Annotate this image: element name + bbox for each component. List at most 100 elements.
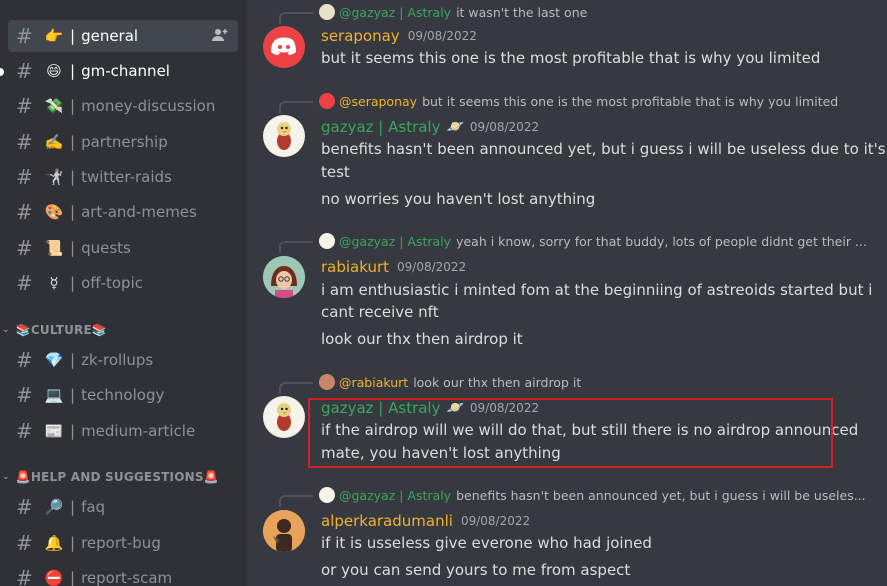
channel-name: medium-article xyxy=(81,422,196,440)
avatar[interactable] xyxy=(263,256,305,298)
channel-art-and-memes[interactable]: # 🎨 | art-and-memes xyxy=(8,196,238,228)
channel-gm-channel[interactable]: # 😄 | gm-channel xyxy=(8,55,238,87)
channel-general[interactable]: # 👉 | general xyxy=(8,20,238,52)
planet-badge-icon: 🪐 xyxy=(446,119,464,135)
hash-icon: # xyxy=(16,94,33,118)
channel-emoji: 🎨 xyxy=(44,203,64,221)
avatar-mini xyxy=(319,233,335,249)
avatar-mini xyxy=(319,374,335,390)
username[interactable]: gazyaz | Astraly xyxy=(321,118,440,136)
message-header: alperkaradumanli 09/08/2022 xyxy=(321,510,530,532)
channel-emoji: 🔔 xyxy=(44,534,64,552)
reply-username[interactable]: @seraponay xyxy=(339,94,417,109)
message-text: no worries you haven't lost anything xyxy=(321,190,596,208)
bird-avatar-icon xyxy=(277,122,291,150)
add-member-icon[interactable] xyxy=(212,28,228,45)
hash-icon: # xyxy=(16,236,33,260)
channel-name: technology xyxy=(81,386,165,404)
hash-icon: # xyxy=(16,200,33,224)
avatar[interactable] xyxy=(263,115,305,157)
reply-text: it wasn't the last one xyxy=(456,4,588,20)
avatar[interactable] xyxy=(263,396,305,438)
reply-preview[interactable]: @gazyaz | Astraly benefits hasn't been a… xyxy=(279,486,866,507)
channel-partnership[interactable]: # ✍️ | partnership xyxy=(8,126,238,158)
message-header: gazyaz | Astraly 🪐 09/08/2022 xyxy=(321,116,539,138)
channel-quests[interactable]: # 📜 | quests xyxy=(8,232,238,264)
channel-name: money-discussion xyxy=(81,97,216,115)
channel-emoji: 💻 xyxy=(44,386,64,404)
channel-name: report-bug xyxy=(81,534,161,552)
channel-medium-article[interactable]: # 📰 | medium-article xyxy=(8,415,238,447)
message-text: cant receive nft xyxy=(321,303,439,321)
message-header: seraponay 09/08/2022 xyxy=(321,25,477,47)
channel-technology[interactable]: # 💻 | technology xyxy=(8,379,238,411)
reply-preview[interactable]: @seraponay but it seems this one is the … xyxy=(279,92,838,113)
avatar[interactable] xyxy=(263,26,305,68)
channel-faq[interactable]: # 🔎 | faq xyxy=(8,491,238,523)
avatar-mini xyxy=(319,4,335,20)
reply-preview[interactable]: @gazyaz | Astraly it wasn't the last one xyxy=(279,3,588,24)
reply-username[interactable]: @gazyaz | Astraly xyxy=(339,234,451,249)
hash-icon: # xyxy=(16,348,33,372)
reply-username[interactable]: @rabiakurt xyxy=(339,375,408,390)
channel-off-topic[interactable]: # ☿ | off-topic xyxy=(8,267,238,299)
username[interactable]: seraponay xyxy=(321,27,400,45)
channel-twitter-raids[interactable]: # 🤺 | twitter-raids xyxy=(8,161,238,193)
reply-text: look our thx then airdrop it xyxy=(413,374,582,390)
username[interactable]: alperkaradumanli xyxy=(321,512,453,530)
timestamp: 09/08/2022 xyxy=(469,120,540,134)
channel-emoji: 🔎 xyxy=(44,498,64,516)
hash-icon: # xyxy=(16,165,33,189)
reply-preview[interactable]: @rabiakurt look our thx then airdrop it xyxy=(279,373,582,394)
hash-icon: # xyxy=(16,130,33,154)
channel-name: general xyxy=(81,27,139,45)
hash-icon: # xyxy=(16,419,33,443)
channel-report-scam[interactable]: # ⛔ | report-scam xyxy=(8,562,238,586)
channel-sidebar: # 👉 | general # 😄 | gm-channel # 💸 | mon… xyxy=(0,0,247,586)
channel-emoji: 💎 xyxy=(44,351,64,369)
channel-name: zk-rollups xyxy=(81,351,154,369)
channel-name: quests xyxy=(81,239,131,257)
category-emoji: 📚 xyxy=(15,323,31,337)
channel-report-bug[interactable]: # 🔔 | report-bug xyxy=(8,527,238,559)
message-text: but it seems this one is the most profit… xyxy=(321,49,821,67)
channel-name: off-topic xyxy=(81,274,143,292)
hash-icon: # xyxy=(16,59,33,83)
avatar[interactable] xyxy=(263,510,305,552)
message-list: @gazyaz | Astraly it wasn't the last one… xyxy=(247,0,887,586)
hash-icon: # xyxy=(16,271,33,295)
category-help-and-suggestions[interactable]: ⌄ 🚨 HELP AND SUGGESTIONS 🚨 xyxy=(2,468,219,486)
channel-name: gm-channel xyxy=(81,62,170,80)
reply-username[interactable]: @gazyaz | Astraly xyxy=(339,5,451,20)
category-emoji: 🚨 xyxy=(203,470,219,484)
girl-avatar-icon xyxy=(263,256,305,298)
username[interactable]: rabiakurt xyxy=(321,258,389,276)
channel-emoji: 📰 xyxy=(44,422,64,440)
channel-zk-rollups[interactable]: # 💎 | zk-rollups xyxy=(8,344,238,376)
message-text: look our thx then airdrop it xyxy=(321,330,523,348)
unread-indicator xyxy=(0,68,4,76)
category-culture[interactable]: ⌄ 📚 CULTURE 📚 xyxy=(2,321,107,339)
reply-text: benefits hasn't been announced yet, but … xyxy=(456,487,866,503)
channel-name: report-scam xyxy=(81,569,173,586)
channel-name: partnership xyxy=(81,133,168,151)
chevron-down-icon: ⌄ xyxy=(2,325,10,335)
timestamp: 09/08/2022 xyxy=(397,260,467,274)
message-text: or you can send yours to me from aspect xyxy=(321,561,631,579)
channel-emoji: ⛔ xyxy=(44,569,64,586)
channel-emoji: 🤺 xyxy=(44,168,64,186)
hash-icon: # xyxy=(16,383,33,407)
hash-icon: # xyxy=(16,495,33,519)
channel-emoji: ☿ xyxy=(49,274,59,292)
reply-username[interactable]: @gazyaz | Astraly xyxy=(339,488,451,503)
reply-preview[interactable]: @gazyaz | Astraly yeah i know, sorry for… xyxy=(279,232,867,253)
category-label: CULTURE xyxy=(30,323,92,337)
channel-money-discussion[interactable]: # 💸 | money-discussion xyxy=(8,90,238,122)
category-emoji: 📚 xyxy=(91,323,108,337)
channel-emoji: ✍️ xyxy=(44,133,64,151)
message-text: if it is usseless give everone who had j… xyxy=(321,534,652,552)
channel-emoji: 📜 xyxy=(44,239,64,257)
category-label: HELP AND SUGGESTIONS xyxy=(30,470,204,484)
avatar-mini xyxy=(319,93,335,109)
channel-name: twitter-raids xyxy=(81,168,172,186)
